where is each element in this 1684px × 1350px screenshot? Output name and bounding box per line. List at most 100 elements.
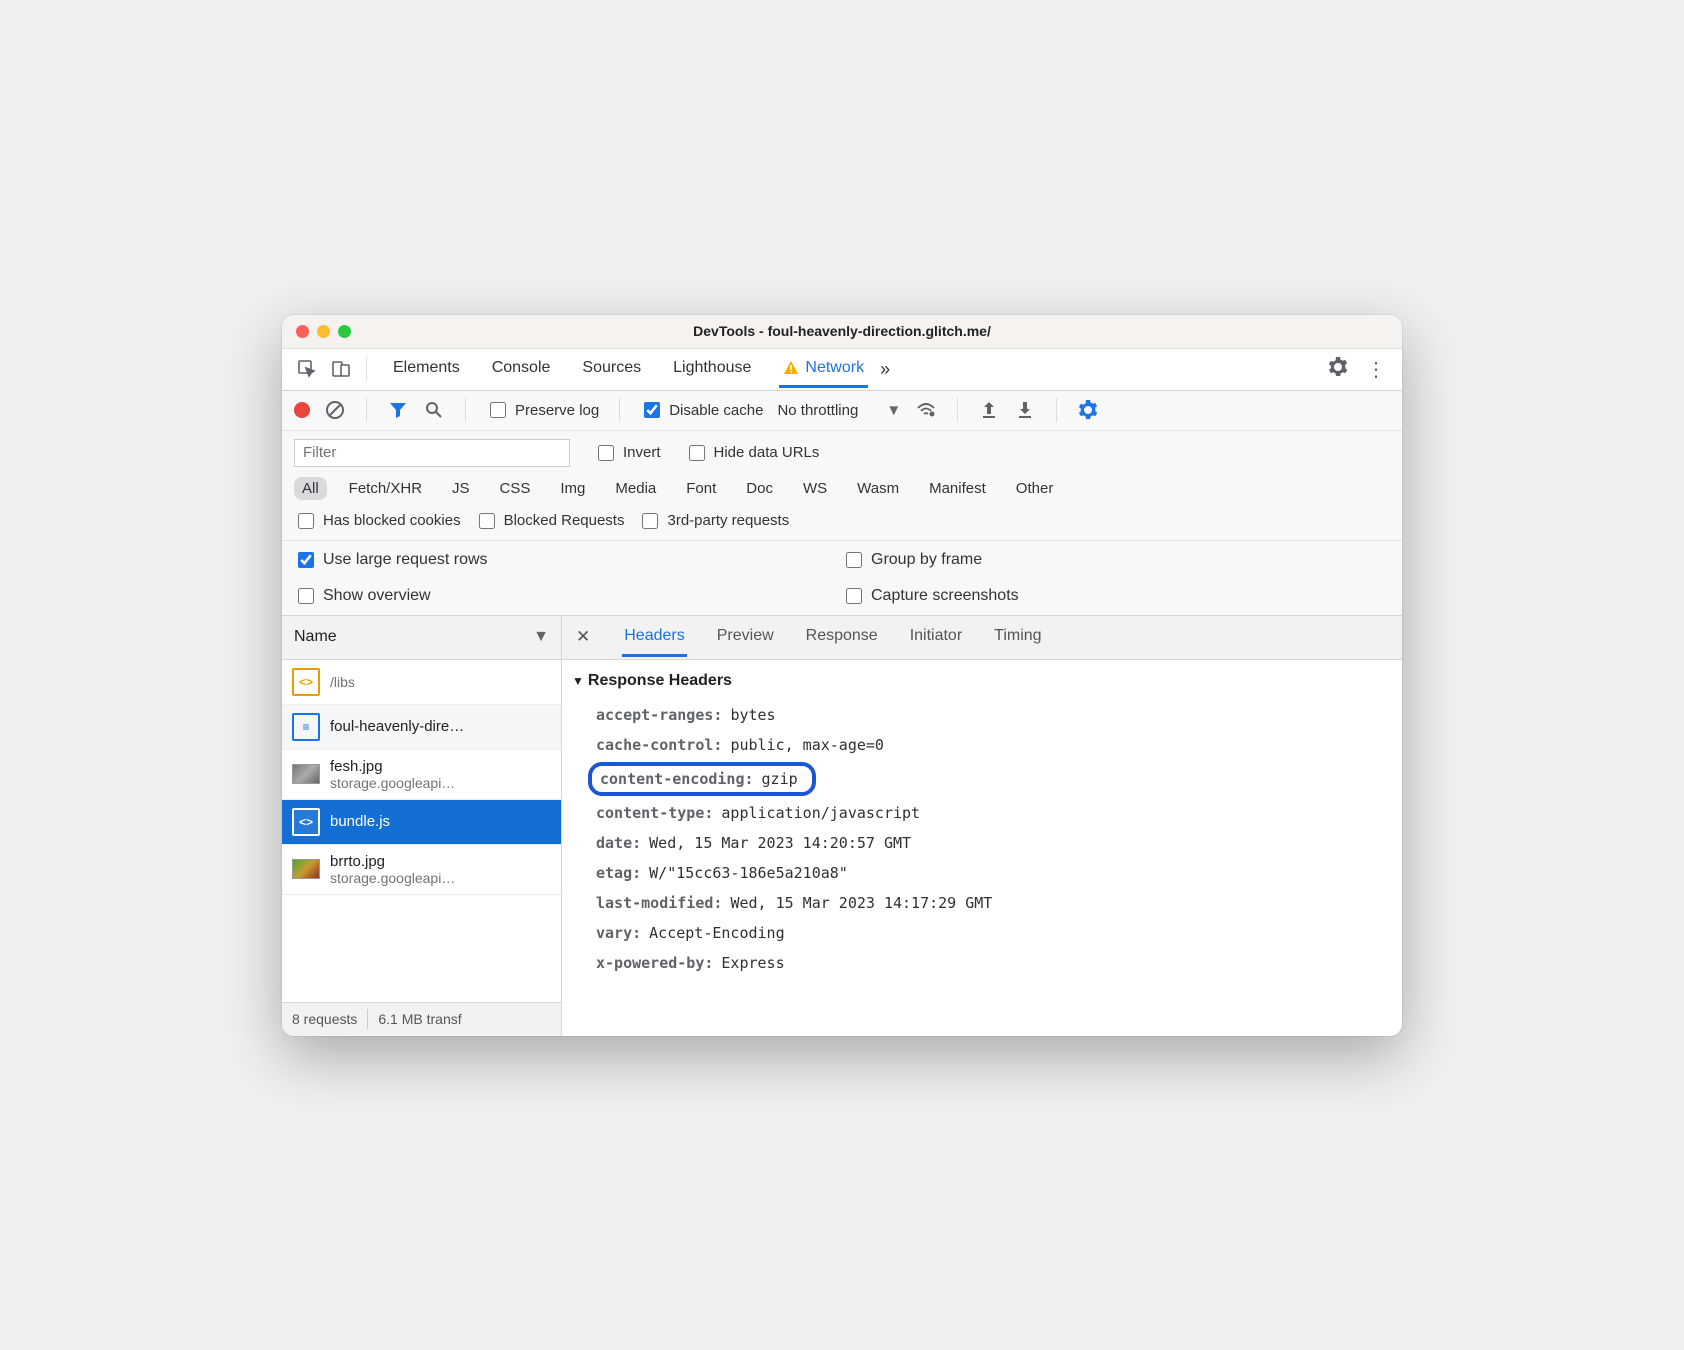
tab-console[interactable]: Console — [488, 351, 555, 388]
request-row[interactable]: fesh.jpgstorage.googleapi… — [282, 750, 561, 800]
highlighted-header: content-encoding:gzip — [588, 762, 816, 796]
filter-type-js[interactable]: JS — [444, 477, 478, 500]
capture-screenshots-checkbox[interactable]: Capture screenshots — [842, 585, 1390, 607]
name-column-header[interactable]: Name ▼ — [282, 616, 561, 660]
tab-preview[interactable]: Preview — [715, 618, 776, 657]
request-name: bundle.js — [330, 813, 390, 830]
hide-data-urls-label: Hide data URLs — [714, 444, 820, 461]
large-rows-checkbox[interactable]: Use large request rows — [294, 549, 842, 571]
minimize-window[interactable] — [317, 325, 330, 338]
filter-type-font[interactable]: Font — [678, 477, 724, 500]
headers-content: ▼ Response Headers accept-ranges:bytesca… — [562, 660, 1402, 1036]
has-blocked-label: Has blocked cookies — [323, 512, 461, 529]
filter-type-ws[interactable]: WS — [795, 477, 835, 500]
show-overview-label: Show overview — [323, 587, 431, 605]
header-value: W/"15cc63-186e5a210a8" — [649, 864, 848, 882]
show-overview-checkbox[interactable]: Show overview — [294, 585, 842, 607]
request-row[interactable]: brrto.jpgstorage.googleapi… — [282, 845, 561, 895]
invert-checkbox[interactable]: Invert — [594, 442, 661, 464]
hide-data-urls-checkbox[interactable]: Hide data URLs — [685, 442, 820, 464]
capture-screenshots-label: Capture screenshots — [871, 587, 1019, 605]
titlebar: DevTools - foul-heavenly-direction.glitc… — [282, 315, 1402, 349]
tab-lighthouse[interactable]: Lighthouse — [669, 351, 755, 388]
section-label: Response Headers — [588, 672, 732, 690]
filter-type-wasm[interactable]: Wasm — [849, 477, 907, 500]
request-row-selected[interactable]: <> bundle.js — [282, 800, 561, 845]
has-blocked-cookies-checkbox[interactable]: Has blocked cookies — [294, 510, 461, 532]
disable-cache-checkbox[interactable]: Disable cache — [640, 399, 763, 421]
download-har-icon[interactable] — [1014, 399, 1036, 421]
device-toggle-icon[interactable] — [326, 354, 356, 384]
header-value: application/javascript — [721, 804, 920, 822]
header-value: public, max-age=0 — [730, 736, 884, 754]
group-frame-checkbox[interactable]: Group by frame — [842, 549, 1390, 571]
preserve-log-checkbox[interactable]: Preserve log — [486, 399, 599, 421]
separator — [366, 357, 367, 381]
tab-response[interactable]: Response — [804, 618, 880, 657]
network-conditions-icon[interactable] — [915, 399, 937, 421]
triangle-down-icon: ▼ — [572, 674, 584, 688]
throttling-select[interactable]: No throttling ▼ — [777, 402, 901, 419]
script-file-icon: <> — [292, 808, 320, 836]
header-value: Wed, 15 Mar 2023 14:17:29 GMT — [730, 894, 992, 912]
request-row[interactable]: ≡ foul-heavenly-dire… — [282, 705, 561, 750]
filter-type-css[interactable]: CSS — [492, 477, 539, 500]
filter-type-doc[interactable]: Doc — [738, 477, 781, 500]
filter-type-all[interactable]: All — [294, 477, 327, 500]
tab-initiator[interactable]: Initiator — [908, 618, 964, 657]
response-headers-section[interactable]: ▼ Response Headers — [572, 672, 1392, 690]
filter-toggle-icon[interactable] — [387, 399, 409, 421]
filter-type-img[interactable]: Img — [552, 477, 593, 500]
kebab-menu-icon[interactable]: ⋮ — [1360, 353, 1392, 386]
request-row[interactable]: <> /libs — [282, 660, 561, 705]
maximize-window[interactable] — [338, 325, 351, 338]
network-toolbar: Preserve log Disable cache No throttling… — [282, 391, 1402, 431]
network-settings-icon[interactable] — [1077, 399, 1099, 421]
header-key: content-type: — [596, 804, 713, 822]
settings-icon[interactable] — [1320, 353, 1356, 386]
filter-type-other[interactable]: Other — [1008, 477, 1062, 500]
header-lines: accept-ranges:bytescache-control:public,… — [572, 700, 1392, 978]
inspect-icon[interactable] — [292, 354, 322, 384]
script-file-icon: <> — [292, 668, 320, 696]
upload-har-icon[interactable] — [978, 399, 1000, 421]
separator — [1056, 398, 1057, 422]
tab-timing[interactable]: Timing — [992, 618, 1043, 657]
clear-icon[interactable] — [324, 399, 346, 421]
request-sub: storage.googleapi… — [330, 775, 455, 791]
preserve-log-label: Preserve log — [515, 402, 599, 419]
type-filters: All Fetch/XHR JS CSS Img Media Font Doc … — [294, 477, 1390, 500]
throttling-label: No throttling — [777, 402, 858, 419]
search-icon[interactable] — [423, 399, 445, 421]
record-button[interactable] — [294, 402, 310, 418]
requests-count: 8 requests — [292, 1011, 357, 1027]
tab-network[interactable]: Network — [779, 351, 868, 388]
warning-icon — [783, 360, 799, 376]
request-name: brrto.jpg — [330, 853, 455, 870]
request-list-panel: Name ▼ <> /libs ≡ foul-heavenly-dire… fe… — [282, 616, 562, 1036]
filter-input[interactable] — [294, 439, 570, 467]
tab-headers[interactable]: Headers — [622, 618, 686, 657]
window-title: DevTools - foul-heavenly-direction.glitc… — [282, 323, 1402, 339]
filter-type-fetchxhr[interactable]: Fetch/XHR — [341, 477, 430, 500]
chevron-down-icon: ▼ — [533, 628, 549, 646]
more-tabs-icon[interactable]: » — [872, 355, 898, 384]
filter-type-manifest[interactable]: Manifest — [921, 477, 994, 500]
tab-network-label: Network — [805, 359, 864, 377]
close-detail-icon[interactable]: ✕ — [572, 627, 594, 647]
header-line: cache-control:public, max-age=0 — [572, 730, 1392, 760]
options-bar: Use large request rows Group by frame Sh… — [282, 541, 1402, 616]
detail-tabs: ✕ Headers Preview Response Initiator Tim… — [562, 616, 1402, 660]
header-value: Accept-Encoding — [649, 924, 784, 942]
header-key: accept-ranges: — [596, 706, 722, 724]
request-name: foul-heavenly-dire… — [330, 718, 464, 735]
tab-elements[interactable]: Elements — [389, 351, 464, 388]
filter-type-media[interactable]: Media — [607, 477, 664, 500]
third-party-checkbox[interactable]: 3rd-party requests — [638, 510, 789, 532]
header-value: Express — [721, 954, 784, 972]
header-value: gzip — [762, 770, 798, 788]
tab-sources[interactable]: Sources — [578, 351, 645, 388]
blocked-requests-checkbox[interactable]: Blocked Requests — [475, 510, 625, 532]
close-window[interactable] — [296, 325, 309, 338]
separator — [957, 398, 958, 422]
